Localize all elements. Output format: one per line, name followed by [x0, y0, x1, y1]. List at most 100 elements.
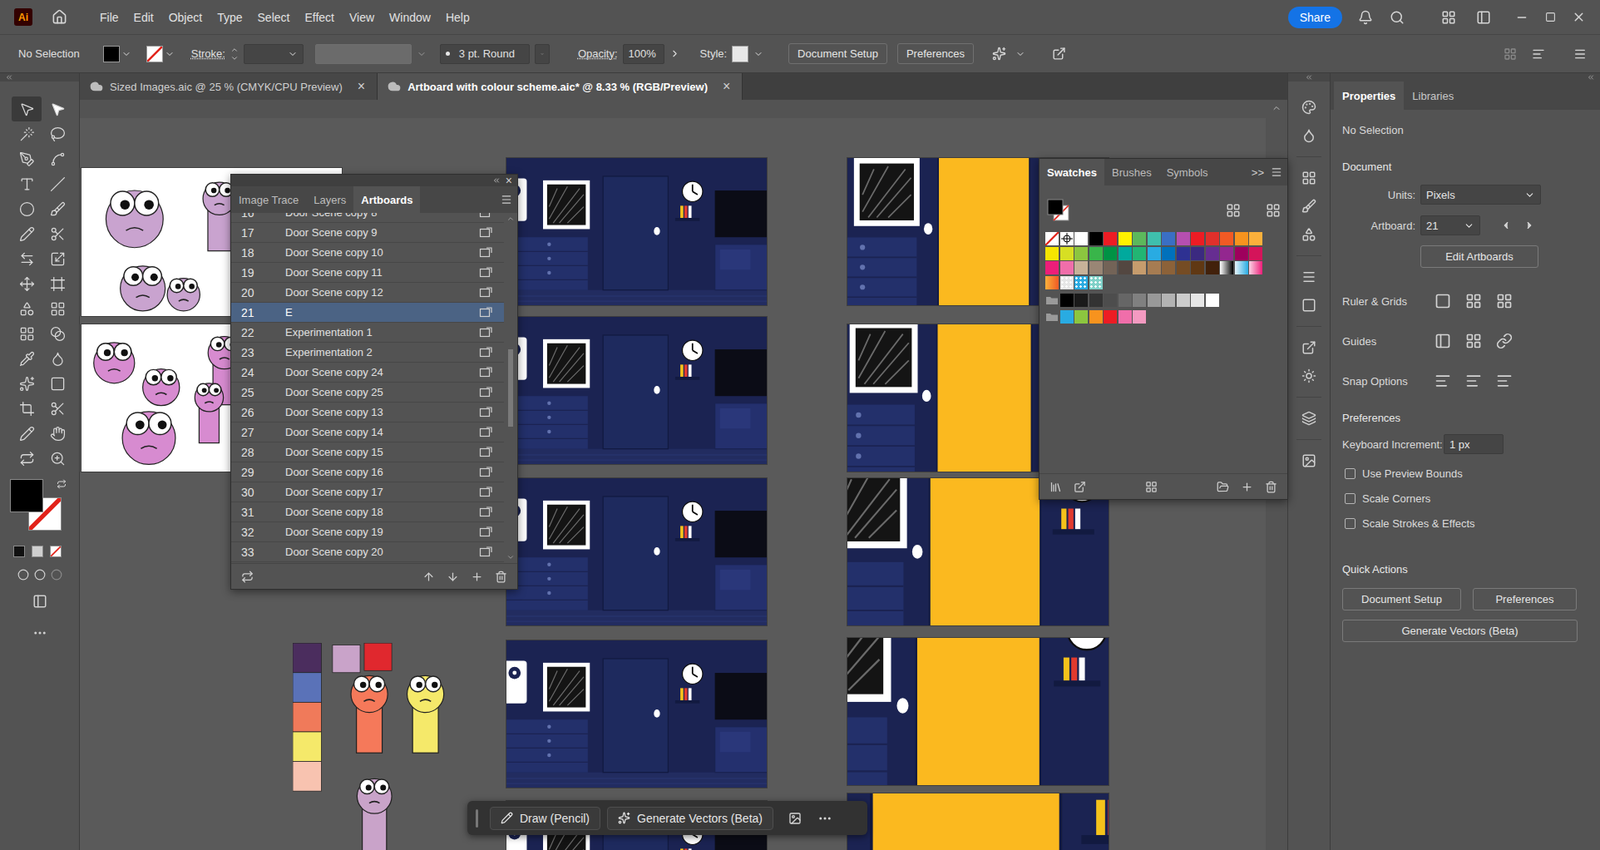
artboard-dropdown[interactable]: 21 — [1420, 215, 1481, 236]
new-group-icon[interactable] — [1216, 480, 1230, 494]
generate-vectors-button[interactable]: Generate Vectors (Beta) — [1342, 619, 1578, 642]
close-window-button[interactable] — [1566, 5, 1591, 30]
section-toggle[interactable] — [1493, 370, 1516, 392]
panel-tab[interactable]: Swatches — [1039, 158, 1105, 186]
swatch-color[interactable] — [1103, 246, 1117, 261]
style-swatch[interactable] — [731, 45, 749, 63]
swatch-color[interactable] — [1118, 246, 1132, 261]
color-mode-button[interactable] — [13, 545, 25, 558]
swatches-panel[interactable]: SwatchesBrushesSymbols>> — [1038, 158, 1289, 500]
move-up-icon[interactable] — [422, 570, 435, 583]
artboard-row[interactable]: 22Experimentation 1 — [231, 322, 504, 343]
swatch-color[interactable] — [1103, 293, 1117, 307]
section-toggle[interactable] — [1462, 290, 1485, 312]
swatch-color[interactable] — [1249, 232, 1263, 246]
section-toggle[interactable] — [1493, 330, 1516, 352]
swatch-color[interactable] — [1089, 293, 1103, 307]
dock-button[interactable] — [1292, 163, 1326, 193]
artboard-row[interactable]: 31Door Scene copy 18 — [231, 502, 504, 523]
swatch-color[interactable] — [1161, 246, 1176, 261]
tool-button[interactable] — [11, 146, 42, 172]
swatch-color[interactable] — [1060, 246, 1074, 261]
swatch-color[interactable] — [1089, 246, 1103, 261]
panel-title-strip[interactable]: × — [231, 174, 518, 187]
artboard-options-icon[interactable] — [479, 526, 493, 539]
swatch-color[interactable] — [1089, 232, 1103, 246]
swatch-gradient[interactable] — [1045, 276, 1059, 290]
scroll-up-icon[interactable] — [1271, 103, 1282, 114]
artboard[interactable] — [847, 478, 1109, 626]
new-artboard-icon[interactable] — [470, 570, 484, 583]
tool-button[interactable] — [42, 370, 73, 396]
swatch-color[interactable] — [1089, 310, 1103, 324]
swatch-color[interactable] — [1118, 232, 1132, 246]
menu-item[interactable]: Edit — [126, 7, 162, 28]
artboard-row[interactable]: 17Door Scene copy 9 — [231, 222, 504, 243]
artboard-options-icon[interactable] — [479, 406, 493, 419]
dock-button[interactable] — [1292, 361, 1326, 391]
fill-control[interactable] — [103, 45, 132, 63]
panel-menu[interactable] — [500, 186, 513, 213]
swatch-color[interactable] — [1176, 261, 1191, 275]
swatch-color[interactable] — [1118, 261, 1132, 275]
checkbox[interactable] — [1344, 468, 1356, 480]
show-kinds-icon[interactable] — [1145, 480, 1158, 494]
align-button[interactable] — [1498, 42, 1522, 66]
document-tab[interactable]: Sized Images.aic @ 25 % (CMYK/CPU Previe… — [79, 73, 378, 100]
add-to-library-icon[interactable] — [1073, 480, 1087, 494]
workspace-button[interactable] — [1471, 5, 1496, 30]
swatch-color[interactable] — [1045, 261, 1059, 275]
tool-button[interactable] — [11, 370, 42, 396]
artboard[interactable] — [847, 793, 1109, 850]
delete-icon[interactable] — [494, 570, 508, 583]
swatch-color[interactable] — [1089, 261, 1103, 275]
artboard-row[interactable]: 23Experimentation 2 — [231, 342, 504, 363]
collapse-strip[interactable] — [1330, 73, 1600, 82]
swatch-gradient[interactable] — [1219, 261, 1234, 275]
tool-button[interactable] — [11, 171, 42, 197]
artboard-options-icon[interactable] — [479, 246, 493, 259]
tool-button[interactable] — [42, 395, 73, 421]
swatch-gradient[interactable] — [1234, 261, 1249, 275]
artboard-options-icon[interactable] — [479, 486, 493, 499]
swatch-color[interactable] — [1103, 261, 1117, 275]
tab-close-button[interactable]: × — [722, 79, 731, 94]
artboard[interactable] — [847, 637, 1109, 786]
swatch-color[interactable] — [1205, 293, 1220, 307]
move-down-icon[interactable] — [446, 570, 460, 583]
control-menu-button[interactable] — [1568, 42, 1592, 66]
artboard-row[interactable]: 32Door Scene copy 19 — [231, 522, 504, 543]
swatch-color[interactable] — [1176, 232, 1191, 246]
arrange-documents-button[interactable] — [1437, 5, 1461, 30]
edit-artboards-button[interactable]: Edit Artboards — [1420, 245, 1539, 268]
swatch-color[interactable] — [1074, 261, 1088, 275]
artboard[interactable] — [506, 478, 767, 626]
palette-artwork[interactable] — [292, 642, 455, 850]
artboard-row[interactable]: 30Door Scene copy 17 — [231, 482, 504, 503]
tool-button[interactable] — [42, 320, 73, 346]
more-tabs-button[interactable]: >> — [1251, 166, 1265, 179]
menu-item[interactable]: Effect — [296, 7, 342, 28]
swatch-color[interactable] — [1103, 232, 1117, 246]
swatch-color[interactable] — [1132, 293, 1146, 307]
swatch-color[interactable] — [1176, 293, 1191, 307]
properties-tab[interactable]: Properties — [1333, 81, 1404, 110]
maximize-button[interactable] — [1538, 5, 1562, 30]
artboard-row[interactable]: 18Door Scene copy 10 — [231, 242, 504, 263]
dock-button[interactable] — [1292, 121, 1326, 150]
swatch-color[interactable] — [1190, 246, 1205, 261]
tool-button[interactable] — [11, 296, 42, 321]
contextual-task-bar[interactable]: Draw (Pencil)Generate Vectors (Beta) — [467, 800, 868, 835]
collapse-icon[interactable] — [492, 176, 501, 185]
tool-button[interactable] — [42, 420, 73, 446]
export-button[interactable] — [1046, 42, 1071, 66]
tool-button[interactable] — [42, 196, 73, 222]
panel-tab[interactable]: Layers — [306, 186, 354, 213]
swatch-registration[interactable] — [1060, 232, 1074, 246]
dock-button[interactable] — [1292, 333, 1326, 362]
dock-button[interactable] — [1292, 262, 1326, 292]
swatch-color[interactable] — [1147, 293, 1161, 307]
swatch-color[interactable] — [1074, 232, 1088, 246]
swatch-color[interactable] — [1118, 293, 1132, 307]
tool-button[interactable] — [11, 320, 42, 346]
